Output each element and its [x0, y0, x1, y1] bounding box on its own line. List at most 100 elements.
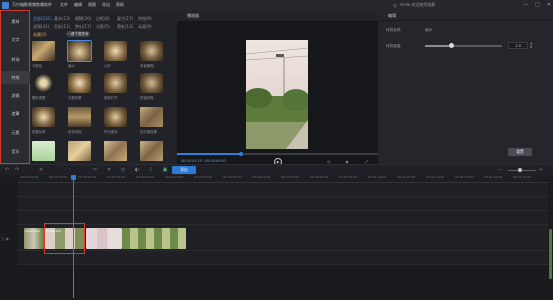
- zoom-out-icon[interactable]: −: [497, 167, 503, 173]
- tab-all[interactable]: 全部(231): [33, 16, 54, 22]
- menu-file[interactable]: 文件: [60, 2, 68, 8]
- tab-border[interactable]: 边框(8): [96, 16, 117, 22]
- effect-thumb[interactable]: [32, 73, 55, 93]
- effect-thumb[interactable]: [32, 41, 55, 61]
- effect-thumb[interactable]: [140, 41, 163, 61]
- progress-handle[interactable]: [239, 151, 243, 156]
- menu-edit[interactable]: 编辑: [74, 2, 82, 8]
- tab-color[interactable]: 色彩(11): [54, 24, 75, 30]
- reset-button[interactable]: 重置: [508, 148, 532, 156]
- video-clip[interactable]: Sony0101: [24, 228, 44, 249]
- tab-basic[interactable]: 基本(13): [54, 16, 75, 22]
- nav-item-elements[interactable]: 元素: [1, 126, 30, 139]
- intensity-slider-handle[interactable]: [449, 43, 454, 48]
- ruler-tick-label: 00:00:40:00: [252, 175, 271, 179]
- tab-dream[interactable]: 梦幻(17): [75, 24, 96, 30]
- category-tabs-row2: 滤镜(41) 色彩(11) 梦幻(17) 光影(5) 霓虹(13) 动画(9): [33, 24, 159, 30]
- intensity-slider[interactable]: [425, 43, 502, 48]
- ruler-tick-label: 00:00:50:00: [310, 175, 329, 179]
- window-controls: — □ ✕: [523, 0, 551, 10]
- track-lock-icon[interactable]: ▯ ◉: [2, 236, 14, 244]
- export-button[interactable]: 导出: [172, 166, 196, 174]
- menu-view[interactable]: 视图: [88, 2, 96, 8]
- effect-thumb[interactable]: [68, 73, 91, 93]
- nav-item-transition[interactable]: 转场: [1, 53, 30, 66]
- effect-thumb[interactable]: [140, 107, 163, 127]
- effect-label: 彩色闪烁: [68, 130, 82, 134]
- delete-icon[interactable]: ✕: [38, 167, 44, 173]
- nav-item-music[interactable]: 音乐: [1, 145, 30, 158]
- effect-thumb[interactable]: [104, 141, 127, 161]
- intensity-input[interactable]: 1.0: [508, 42, 528, 49]
- track-lane: [18, 211, 548, 225]
- effect-thumb[interactable]: [140, 141, 163, 161]
- green-screen-icon[interactable]: ▣: [162, 167, 168, 173]
- playhead-line: [73, 177, 74, 298]
- tab-retro[interactable]: 复古(17): [117, 16, 138, 22]
- tab-special[interactable]: 特效(9): [138, 16, 159, 22]
- ruler-tick-label: 00:00:25:00: [165, 175, 184, 179]
- effect-thumb-selected[interactable]: [67, 40, 92, 62]
- preview-progress-bar[interactable]: [177, 151, 378, 156]
- tab-animation[interactable]: 动画(9): [138, 24, 159, 30]
- zoom-in-icon[interactable]: +: [538, 167, 544, 173]
- nav-item-filters[interactable]: 滤镜: [1, 89, 30, 102]
- close-icon[interactable]: ✕: [547, 2, 551, 8]
- ruler-tick-label: 00:00:35:00: [223, 175, 242, 179]
- app-title: 万兴喵影视频剪辑软件: [12, 2, 52, 7]
- nav-item-text[interactable]: 文字: [1, 33, 30, 46]
- effect-thumb[interactable]: [68, 107, 91, 127]
- effect-thumb[interactable]: [32, 107, 55, 127]
- effect-thumb[interactable]: [104, 73, 127, 93]
- color-icon[interactable]: ◐: [134, 167, 140, 173]
- speed-icon[interactable]: ◷: [120, 167, 126, 173]
- maximize-icon[interactable]: □: [535, 2, 540, 8]
- ruler-tick-label: 00:00:45:00: [281, 175, 300, 179]
- zoom-slider[interactable]: [508, 169, 536, 171]
- account-area[interactable]: ☺ Hello 欢迎使用喵影: [393, 0, 436, 10]
- tab-blur[interactable]: 模糊(20): [75, 16, 96, 22]
- tab-filter[interactable]: 滤镜(41): [33, 24, 54, 30]
- crop-icon[interactable]: ⌗: [106, 167, 112, 173]
- effect-label: 面纱: [68, 64, 75, 68]
- ruler-tick-label: 00:01:25:00: [513, 175, 532, 179]
- undo-icon[interactable]: ↶: [4, 167, 10, 173]
- category-tabs-row1: 全部(231) 基本(13) 模糊(20) 边框(8) 复古(17) 特效(9): [33, 16, 159, 22]
- effects-library: 全部(231) 基本(13) 模糊(20) 边框(8) 复古(17) 特效(9)…: [30, 10, 177, 164]
- stepper-down-icon[interactable]: ▼: [530, 45, 532, 49]
- download-all-button[interactable]: 一键下载所有: [66, 31, 90, 37]
- tab-light[interactable]: 光影(5): [96, 24, 117, 30]
- scrollbar-thumb[interactable]: [549, 229, 552, 279]
- ruler-tick-label: 00:00:05:00: [49, 175, 68, 179]
- ruler-tick-label: 00:01:05:00: [397, 175, 416, 179]
- editor-window: 万兴喵影视频剪辑软件 文件 编辑 视图 导出 帮助 ☺ Hello 欢迎使用喵影…: [0, 0, 553, 300]
- timeline-ruler[interactable]: 00:00:00:00 00:00:05:00 00:00:10:00 00:00:1…: [18, 175, 548, 183]
- clip-label: Sony0101: [25, 229, 41, 233]
- nav-item-media[interactable]: 素材: [1, 15, 30, 28]
- effect-thumb[interactable]: [68, 141, 91, 161]
- menu-help[interactable]: 帮助: [116, 2, 124, 8]
- tab-favorites[interactable]: 收藏(0): [33, 32, 54, 38]
- timeline-toolbar: ↶ ↷ ✕ ✂ ⌗ ◷ ◐ ♪ ▣ 导出 − +: [0, 164, 553, 175]
- effect-thumb[interactable]: [32, 141, 55, 161]
- favorites-row: 收藏(0): [33, 32, 54, 38]
- audio-icon[interactable]: ♪: [148, 167, 154, 173]
- menu-export[interactable]: 导出: [102, 2, 110, 8]
- ruler-tick-label: 00:01:20:00: [484, 175, 503, 179]
- split-icon[interactable]: ✂: [92, 167, 98, 173]
- minimize-icon[interactable]: —: [523, 2, 528, 8]
- nav-item-effects[interactable]: 特效: [1, 71, 30, 84]
- video-clip[interactable]: [86, 228, 122, 249]
- intensity-slider-fill: [425, 45, 450, 47]
- ruler-tick-label: 00:00:30:00: [194, 175, 213, 179]
- effect-thumb[interactable]: [104, 107, 127, 127]
- menu-bar: 文件 编辑 视图 导出 帮助: [60, 2, 124, 8]
- effect-thumb[interactable]: [140, 73, 163, 93]
- video-clip[interactable]: [122, 228, 186, 249]
- effect-thumb[interactable]: [104, 41, 127, 61]
- account-text: Hello 欢迎使用喵影: [400, 2, 436, 7]
- zoom-slider-handle[interactable]: [518, 167, 522, 172]
- redo-icon[interactable]: ↷: [14, 167, 20, 173]
- tab-neon[interactable]: 霓虹(13): [117, 24, 138, 30]
- nav-item-mask[interactable]: 遮罩: [1, 107, 30, 120]
